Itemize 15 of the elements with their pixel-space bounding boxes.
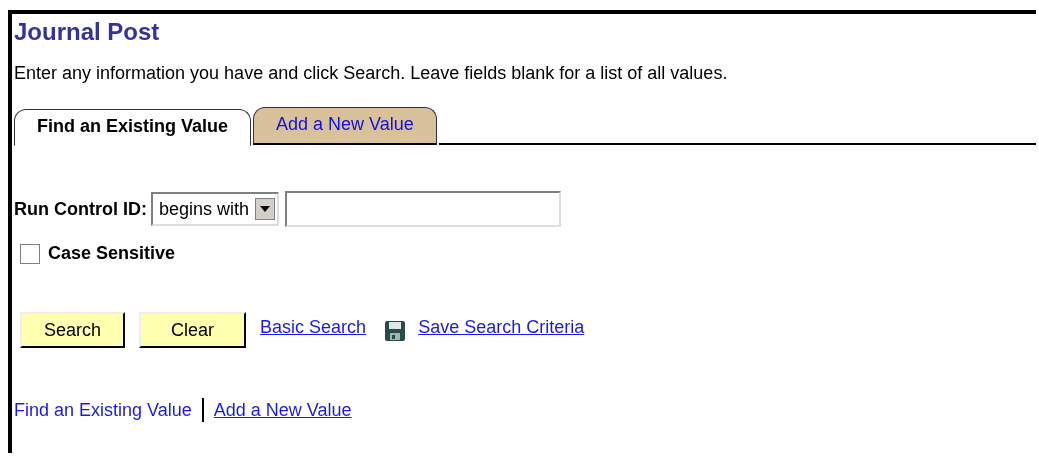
run-control-id-input[interactable] (285, 191, 562, 227)
tab[interactable]: Find an Existing Value (14, 109, 252, 146)
link[interactable]: Basic Search (260, 316, 367, 338)
action-button[interactable]: Clear (139, 312, 247, 348)
field-label: Run Control ID: (14, 198, 147, 220)
link[interactable]: Save Search Criteria (418, 316, 585, 338)
action-button[interactable]: Search (20, 312, 126, 348)
footer-link[interactable]: Find an Existing Value (14, 399, 192, 421)
page-title: Journal Post (14, 17, 161, 47)
instructions-text: Enter any information you have and click Search. Leave fields blank for a list of all values. (14, 62, 729, 85)
case-sensitive-checkbox[interactable] (20, 243, 40, 264)
operator-dropdown[interactable]: begins with (151, 192, 280, 226)
checkbox-label: Case Sensitive (48, 243, 176, 264)
tab[interactable]: Add a New Value (253, 107, 437, 145)
footer-link[interactable]: Add a New Value (213, 399, 352, 421)
